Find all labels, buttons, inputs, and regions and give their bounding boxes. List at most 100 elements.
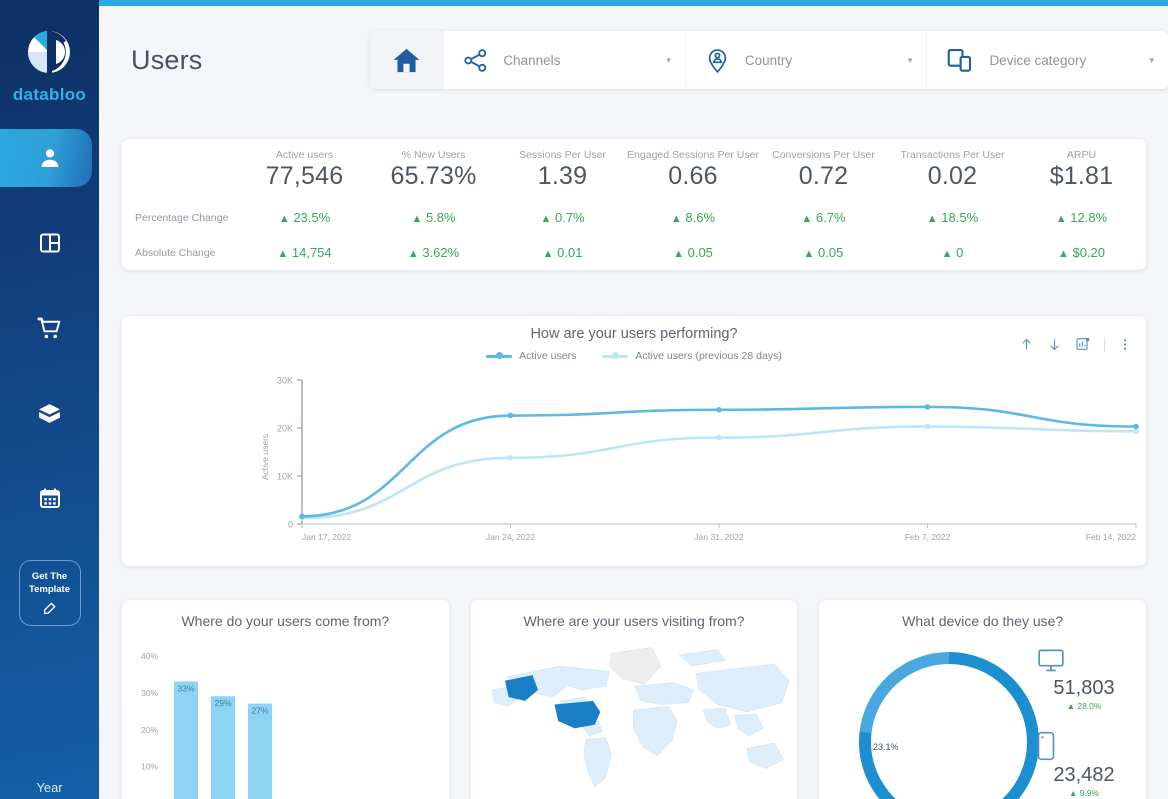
svg-text:20K: 20K xyxy=(277,424,293,434)
filter-channels-label: Channels xyxy=(503,52,561,68)
chevron-down-icon[interactable]: ▾ xyxy=(666,55,671,66)
kpi-abs-change-5: ▲ 0 xyxy=(941,245,964,261)
desktop-value: 51,803 xyxy=(1053,677,1115,699)
page-header: Users Channels ▾ Country ▾ Device catego… xyxy=(99,6,1168,114)
legend-item-0[interactable]: Active users xyxy=(486,350,576,362)
svg-text:Jan 24, 2022: Jan 24, 2022 xyxy=(486,532,535,542)
sidebar-item-calendar[interactable] xyxy=(0,469,99,527)
mobile-change: ▲ 9.9% xyxy=(1068,788,1100,798)
map-title: Where are your users visiting from? xyxy=(523,613,745,629)
device-desktop: 51,803 ▲ 28.0% xyxy=(1036,648,1132,711)
svg-text:29%: 29% xyxy=(214,698,231,708)
filter-device-category[interactable]: Device category ▾ xyxy=(926,31,1168,89)
filter-channels[interactable]: Channels ▾ xyxy=(443,31,685,89)
kpi-abs-change-4: ▲ 0.05 xyxy=(803,245,844,261)
kpi-row-label-abs: Absolute Change xyxy=(135,246,216,259)
chart-legend: Active users Active users (previous 28 da… xyxy=(122,350,1146,362)
sidebar: databloo Get The Template Year xyxy=(0,0,99,799)
svg-text:Active users: Active users xyxy=(260,434,270,480)
chart-toolbar xyxy=(1019,336,1132,352)
kpi-abs-change-1: ▲ 3.62% xyxy=(407,245,460,261)
svg-text:23.1%: 23.1% xyxy=(873,742,899,752)
kpi-abs-change-0: ▲ 14,754 xyxy=(277,245,332,261)
user-icon xyxy=(41,149,58,167)
kpi-header-1: % New Users 65.73% xyxy=(390,148,477,190)
kpi-summary-card: Active users 77,546 % New Users 65.73% Sessi… xyxy=(122,139,1146,270)
user-sources-card: Where do your users come from? 10% 20% 30%… xyxy=(122,600,449,799)
legend-label: Active users (previous 28 days) xyxy=(635,350,782,362)
svg-text:30K: 30K xyxy=(277,376,293,386)
page-title: Users xyxy=(131,44,203,75)
kpi-pct-change-3: ▲ 8.6% xyxy=(670,210,716,226)
sidebar-item-dashboard[interactable] xyxy=(0,214,99,272)
kpi-pct-change-4: ▲ 6.7% xyxy=(801,210,846,226)
users-performance-card: How are your users performing? Active us… xyxy=(122,316,1146,566)
kpi-header-3: Engaged Sessions Per User 0.66 xyxy=(627,148,759,190)
filter-home-tab[interactable] xyxy=(370,31,444,89)
sort-ascending-icon[interactable] xyxy=(1019,337,1034,352)
filter-bar: Channels ▾ Country ▾ Device category ▾ xyxy=(370,31,1168,89)
sidebar-year-label: Year xyxy=(36,780,63,795)
svg-text:Jan 17, 2022: Jan 17, 2022 xyxy=(302,532,351,542)
sources-bar-chart: 10% 20% 30% 40% 33% 29% 27% xyxy=(141,651,272,799)
legend-item-1[interactable]: Active users (previous 28 days) xyxy=(602,350,782,362)
svg-text:0: 0 xyxy=(288,520,293,530)
kpi-header-5: Transactions Per User 0.02 xyxy=(900,148,1005,190)
kpi-abs-change-6: ▲ $0.20 xyxy=(1057,245,1106,261)
world-choropleth-map xyxy=(491,647,790,788)
kpi-pct-change-5: ▲ 18.5% xyxy=(926,210,979,226)
svg-text:27%: 27% xyxy=(251,706,268,716)
svg-text:10K: 10K xyxy=(277,472,293,482)
brand-logo[interactable]: databloo xyxy=(13,26,86,105)
kpi-pct-change-6: ▲ 12.8% xyxy=(1055,210,1108,226)
legend-label: Active users xyxy=(519,350,577,362)
devices-icon xyxy=(948,48,972,72)
svg-text:Feb 14, 2022: Feb 14, 2022 xyxy=(1086,532,1136,542)
sidebar-item-ecommerce[interactable] xyxy=(0,299,99,357)
databloo-logo-icon xyxy=(28,30,71,74)
main-content: Users Channels ▾ Country ▾ Device catego… xyxy=(99,6,1168,799)
sidebar-item-products[interactable] xyxy=(0,384,99,442)
device-title: What device do they use? xyxy=(902,613,1064,629)
chevron-down-icon[interactable]: ▾ xyxy=(1149,55,1154,66)
svg-text:Feb 7, 2022: Feb 7, 2022 xyxy=(905,532,951,542)
calendar-icon xyxy=(39,488,60,508)
line-chart-plot: 0 10K 20K 30K Active users Jan 17, 2022 Jan 24… xyxy=(122,372,1146,566)
chevron-down-icon[interactable]: ▾ xyxy=(908,55,913,66)
sort-descending-icon[interactable] xyxy=(1047,337,1062,352)
get-template-line2: Template xyxy=(28,584,70,595)
svg-text:33%: 33% xyxy=(177,684,194,694)
svg-text:20%: 20% xyxy=(141,725,158,735)
toolbar-divider xyxy=(1104,336,1105,352)
home-icon xyxy=(393,48,420,72)
device-usage-card: What device do they use? 23.1% 51,803 ▲ … xyxy=(819,600,1147,799)
location-person-icon xyxy=(708,48,727,73)
get-template-line1: Get The xyxy=(31,571,68,582)
kpi-abs-change-2: ▲ 0.01 xyxy=(542,245,583,261)
filter-country[interactable]: Country ▾ xyxy=(684,31,927,89)
kpi-row-label-pct: Percentage Change xyxy=(135,211,229,224)
sidebar-item-users[interactable] xyxy=(0,129,99,187)
user-geography-card: Where are your users visiting from? xyxy=(470,600,798,799)
svg-text:10%: 10% xyxy=(141,762,158,772)
layout-icon xyxy=(39,233,60,253)
device-mobile: 23,482 ▲ 9.9% xyxy=(1036,731,1132,798)
bottom-panels: Where do your users come from? 10% 20% 30%… xyxy=(122,600,1147,799)
svg-text:30%: 30% xyxy=(141,688,158,698)
get-template-button[interactable]: Get The Template xyxy=(18,560,81,626)
kpi-header-4: Conversions Per User 0.72 xyxy=(772,148,875,190)
svg-text:Jan 31, 2022: Jan 31, 2022 xyxy=(694,532,743,542)
mobile-value: 23,482 xyxy=(1053,764,1115,786)
sidebar-nav xyxy=(0,129,99,554)
desktop-change: ▲ 28.0% xyxy=(1066,701,1102,711)
kpi-pct-change-0: ▲ 23.5% xyxy=(278,210,331,226)
kpi-header-2: Sessions Per User 1.39 xyxy=(519,148,607,190)
filter-country-label: Country xyxy=(744,52,793,68)
device-legend: 51,803 ▲ 28.0% 23,482 ▲ 9.9% xyxy=(1036,648,1132,798)
filter-device-label: Device category xyxy=(989,52,1087,68)
sources-title: Where do your users come from? xyxy=(181,613,390,629)
kpi-header-6: ARPU $1.81 xyxy=(1049,148,1114,190)
kpi-abs-change-3: ▲ 0.05 xyxy=(673,245,713,261)
more-options-icon[interactable] xyxy=(1118,337,1132,352)
chart-export-icon[interactable] xyxy=(1075,336,1091,352)
